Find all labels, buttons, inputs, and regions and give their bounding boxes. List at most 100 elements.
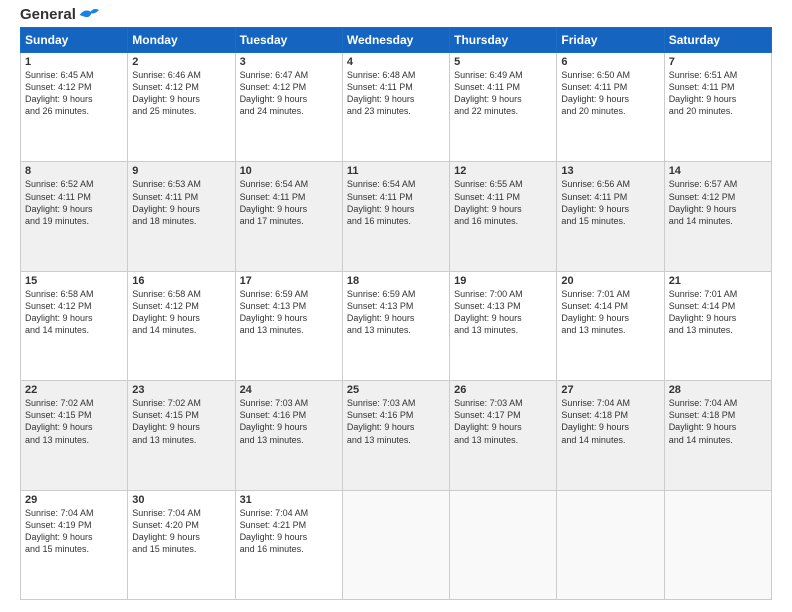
calendar-cell: 23Sunrise: 7:02 AM Sunset: 4:15 PM Dayli…	[128, 381, 235, 490]
day-number: 24	[240, 384, 338, 396]
calendar-cell: 29Sunrise: 7:04 AM Sunset: 4:19 PM Dayli…	[21, 490, 128, 599]
day-number: 11	[347, 165, 445, 177]
day-info: Sunrise: 6:49 AM Sunset: 4:11 PM Dayligh…	[454, 69, 552, 118]
day-number: 18	[347, 275, 445, 287]
header-wednesday: Wednesday	[342, 28, 449, 53]
header-thursday: Thursday	[450, 28, 557, 53]
calendar-cell: 14Sunrise: 6:57 AM Sunset: 4:12 PM Dayli…	[664, 162, 771, 271]
day-number: 14	[669, 165, 767, 177]
calendar-cell	[664, 490, 771, 599]
calendar-cell: 17Sunrise: 6:59 AM Sunset: 4:13 PM Dayli…	[235, 271, 342, 380]
day-info: Sunrise: 6:55 AM Sunset: 4:11 PM Dayligh…	[454, 178, 552, 227]
calendar-cell: 13Sunrise: 6:56 AM Sunset: 4:11 PM Dayli…	[557, 162, 664, 271]
week-row-4: 22Sunrise: 7:02 AM Sunset: 4:15 PM Dayli…	[21, 381, 772, 490]
day-number: 30	[132, 494, 230, 506]
day-number: 17	[240, 275, 338, 287]
day-info: Sunrise: 7:03 AM Sunset: 4:16 PM Dayligh…	[347, 397, 445, 446]
day-number: 22	[25, 384, 123, 396]
week-row-1: 1Sunrise: 6:45 AM Sunset: 4:12 PM Daylig…	[21, 53, 772, 162]
day-info: Sunrise: 6:47 AM Sunset: 4:12 PM Dayligh…	[240, 69, 338, 118]
day-info: Sunrise: 6:54 AM Sunset: 4:11 PM Dayligh…	[240, 178, 338, 227]
day-info: Sunrise: 7:01 AM Sunset: 4:14 PM Dayligh…	[561, 288, 659, 337]
day-info: Sunrise: 7:03 AM Sunset: 4:16 PM Dayligh…	[240, 397, 338, 446]
header-saturday: Saturday	[664, 28, 771, 53]
calendar-cell: 8Sunrise: 6:52 AM Sunset: 4:11 PM Daylig…	[21, 162, 128, 271]
day-info: Sunrise: 6:46 AM Sunset: 4:12 PM Dayligh…	[132, 69, 230, 118]
calendar-cell: 27Sunrise: 7:04 AM Sunset: 4:18 PM Dayli…	[557, 381, 664, 490]
page: General SundayMondayTuesdayWednesdayThur…	[0, 0, 792, 612]
day-info: Sunrise: 7:04 AM Sunset: 4:18 PM Dayligh…	[561, 397, 659, 446]
day-info: Sunrise: 7:04 AM Sunset: 4:20 PM Dayligh…	[132, 507, 230, 556]
day-number: 26	[454, 384, 552, 396]
day-info: Sunrise: 7:02 AM Sunset: 4:15 PM Dayligh…	[132, 397, 230, 446]
header-tuesday: Tuesday	[235, 28, 342, 53]
header-sunday: Sunday	[21, 28, 128, 53]
calendar-cell	[557, 490, 664, 599]
calendar-cell: 28Sunrise: 7:04 AM Sunset: 4:18 PM Dayli…	[664, 381, 771, 490]
calendar-cell: 30Sunrise: 7:04 AM Sunset: 4:20 PM Dayli…	[128, 490, 235, 599]
day-info: Sunrise: 6:52 AM Sunset: 4:11 PM Dayligh…	[25, 178, 123, 227]
day-number: 2	[132, 56, 230, 68]
day-number: 20	[561, 275, 659, 287]
day-info: Sunrise: 6:58 AM Sunset: 4:12 PM Dayligh…	[132, 288, 230, 337]
day-number: 6	[561, 56, 659, 68]
day-number: 9	[132, 165, 230, 177]
day-number: 27	[561, 384, 659, 396]
logo-bird2-icon	[77, 7, 99, 23]
calendar-cell: 19Sunrise: 7:00 AM Sunset: 4:13 PM Dayli…	[450, 271, 557, 380]
day-number: 15	[25, 275, 123, 287]
calendar-cell	[342, 490, 449, 599]
day-number: 1	[25, 56, 123, 68]
day-number: 10	[240, 165, 338, 177]
day-info: Sunrise: 7:02 AM Sunset: 4:15 PM Dayligh…	[25, 397, 123, 446]
day-number: 16	[132, 275, 230, 287]
day-number: 21	[669, 275, 767, 287]
day-number: 28	[669, 384, 767, 396]
calendar-table: SundayMondayTuesdayWednesdayThursdayFrid…	[20, 27, 772, 600]
day-number: 4	[347, 56, 445, 68]
calendar-cell: 31Sunrise: 7:04 AM Sunset: 4:21 PM Dayli…	[235, 490, 342, 599]
logo-general2: General	[20, 6, 76, 23]
day-info: Sunrise: 6:58 AM Sunset: 4:12 PM Dayligh…	[25, 288, 123, 337]
calendar-cell: 20Sunrise: 7:01 AM Sunset: 4:14 PM Dayli…	[557, 271, 664, 380]
day-info: Sunrise: 7:01 AM Sunset: 4:14 PM Dayligh…	[669, 288, 767, 337]
day-info: Sunrise: 6:54 AM Sunset: 4:11 PM Dayligh…	[347, 178, 445, 227]
day-info: Sunrise: 6:48 AM Sunset: 4:11 PM Dayligh…	[347, 69, 445, 118]
day-number: 19	[454, 275, 552, 287]
calendar-cell: 21Sunrise: 7:01 AM Sunset: 4:14 PM Dayli…	[664, 271, 771, 380]
day-number: 5	[454, 56, 552, 68]
calendar-cell: 10Sunrise: 6:54 AM Sunset: 4:11 PM Dayli…	[235, 162, 342, 271]
week-row-3: 15Sunrise: 6:58 AM Sunset: 4:12 PM Dayli…	[21, 271, 772, 380]
calendar-cell: 25Sunrise: 7:03 AM Sunset: 4:16 PM Dayli…	[342, 381, 449, 490]
calendar-cell: 16Sunrise: 6:58 AM Sunset: 4:12 PM Dayli…	[128, 271, 235, 380]
calendar-cell: 18Sunrise: 6:59 AM Sunset: 4:13 PM Dayli…	[342, 271, 449, 380]
calendar-cell: 24Sunrise: 7:03 AM Sunset: 4:16 PM Dayli…	[235, 381, 342, 490]
day-number: 31	[240, 494, 338, 506]
logo: General	[20, 16, 100, 19]
day-info: Sunrise: 7:04 AM Sunset: 4:18 PM Dayligh…	[669, 397, 767, 446]
calendar-cell: 22Sunrise: 7:02 AM Sunset: 4:15 PM Dayli…	[21, 381, 128, 490]
header-monday: Monday	[128, 28, 235, 53]
day-info: Sunrise: 7:04 AM Sunset: 4:19 PM Dayligh…	[25, 507, 123, 556]
day-number: 8	[25, 165, 123, 177]
calendar-cell: 5Sunrise: 6:49 AM Sunset: 4:11 PM Daylig…	[450, 53, 557, 162]
day-number: 13	[561, 165, 659, 177]
week-row-5: 29Sunrise: 7:04 AM Sunset: 4:19 PM Dayli…	[21, 490, 772, 599]
calendar-cell: 3Sunrise: 6:47 AM Sunset: 4:12 PM Daylig…	[235, 53, 342, 162]
day-info: Sunrise: 6:53 AM Sunset: 4:11 PM Dayligh…	[132, 178, 230, 227]
day-info: Sunrise: 7:04 AM Sunset: 4:21 PM Dayligh…	[240, 507, 338, 556]
day-number: 12	[454, 165, 552, 177]
calendar-cell: 7Sunrise: 6:51 AM Sunset: 4:11 PM Daylig…	[664, 53, 771, 162]
day-info: Sunrise: 6:57 AM Sunset: 4:12 PM Dayligh…	[669, 178, 767, 227]
day-number: 3	[240, 56, 338, 68]
calendar-cell: 12Sunrise: 6:55 AM Sunset: 4:11 PM Dayli…	[450, 162, 557, 271]
calendar-cell: 11Sunrise: 6:54 AM Sunset: 4:11 PM Dayli…	[342, 162, 449, 271]
day-info: Sunrise: 6:59 AM Sunset: 4:13 PM Dayligh…	[240, 288, 338, 337]
day-info: Sunrise: 7:03 AM Sunset: 4:17 PM Dayligh…	[454, 397, 552, 446]
day-info: Sunrise: 6:51 AM Sunset: 4:11 PM Dayligh…	[669, 69, 767, 118]
day-number: 7	[669, 56, 767, 68]
day-info: Sunrise: 6:50 AM Sunset: 4:11 PM Dayligh…	[561, 69, 659, 118]
day-info: Sunrise: 6:45 AM Sunset: 4:12 PM Dayligh…	[25, 69, 123, 118]
day-number: 23	[132, 384, 230, 396]
calendar-cell: 15Sunrise: 6:58 AM Sunset: 4:12 PM Dayli…	[21, 271, 128, 380]
